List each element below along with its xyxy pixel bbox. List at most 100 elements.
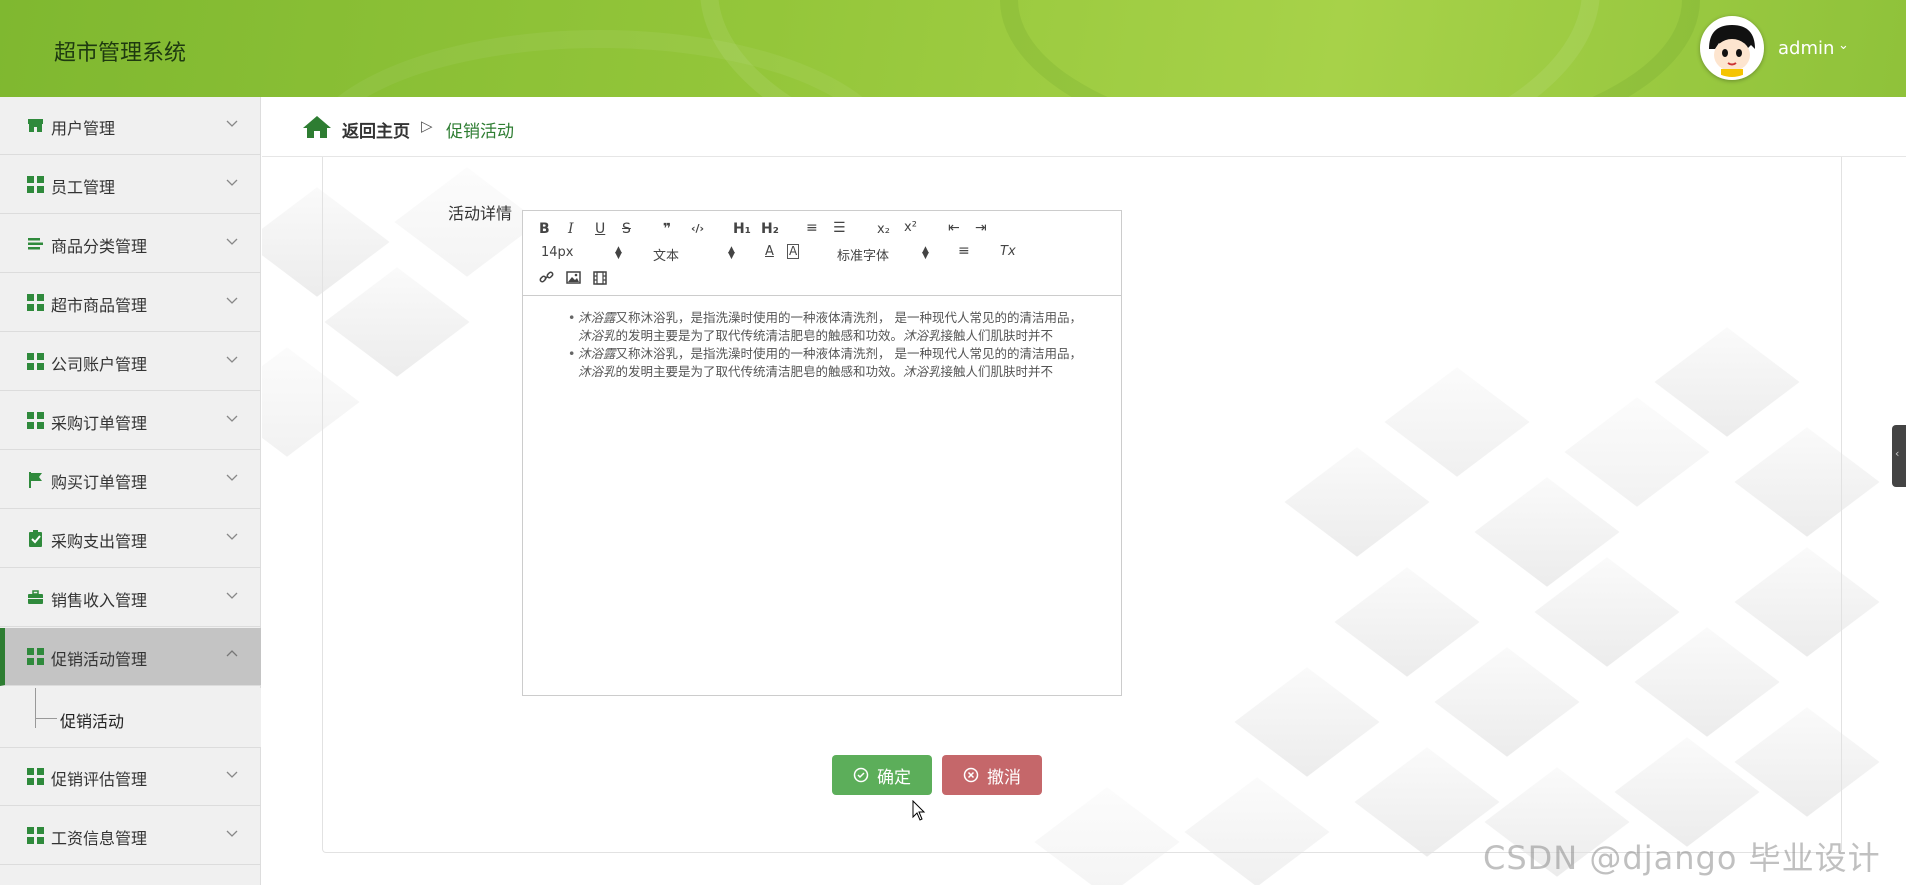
sidebar-item-label: 工资信息管理	[51, 829, 148, 848]
sidebar-subitem-promotion[interactable]: 促销活动	[0, 688, 261, 748]
side-collapse-tab[interactable]: ‹	[1892, 425, 1906, 487]
chevron-left-icon: ‹	[1895, 447, 1900, 460]
user-menu[interactable]: admin	[1778, 38, 1834, 59]
italic-button[interactable]: I	[568, 221, 574, 237]
chevron-down-icon	[226, 297, 238, 304]
breadcrumb-home-link[interactable]: 返回主页	[342, 117, 410, 142]
avatar-cartoon-icon	[1703, 19, 1761, 77]
font-size-select[interactable]: 14px	[541, 245, 574, 260]
header-select[interactable]: 文本	[653, 245, 679, 264]
app-title: 超市管理系统	[54, 41, 187, 66]
chevron-down-icon	[226, 830, 238, 837]
clean-format-button[interactable]: Tx	[1000, 244, 1016, 259]
chevron-up-icon	[226, 650, 238, 657]
rich-text-editor[interactable]: B I U S ❞ ‹/› H₁ H₂ ≡ ☰ x₂ x² ⇤ ⇥ 14px ▲…	[522, 210, 1122, 696]
chevron-down-icon	[226, 533, 238, 540]
confirm-button-label: 确定	[877, 767, 911, 788]
sidebar-item-sales-order-management[interactable]: 购买订单管理	[0, 451, 261, 509]
home-icon[interactable]	[302, 115, 332, 139]
select-arrows-icon: ▲ ▼	[728, 245, 735, 261]
sidebar-item-label: 促销活动管理	[51, 650, 148, 669]
image-icon[interactable]	[566, 271, 581, 284]
cancel-button-label: 撤消	[987, 767, 1021, 788]
tree-line	[35, 718, 57, 719]
check-circle-icon	[853, 767, 869, 783]
outdent-button[interactable]: ⇤	[948, 220, 960, 236]
sidebar-item-label: 公司账户管理	[51, 355, 148, 374]
underline-button[interactable]: U	[595, 221, 605, 237]
bullet-list-button[interactable]: ☰	[833, 220, 846, 236]
grid-icon	[27, 768, 44, 785]
grid-icon	[27, 827, 44, 844]
close-circle-icon	[963, 767, 979, 783]
video-icon[interactable]	[593, 271, 607, 285]
sidebar-item-label: 超市商品管理	[51, 296, 148, 315]
align-button[interactable]: ≡	[958, 243, 970, 259]
h2-button[interactable]: H₂	[761, 221, 779, 237]
text-color-button[interactable]: A	[765, 244, 774, 259]
bold-button[interactable]: B	[539, 221, 550, 237]
header-wave-decoration	[1000, 0, 1700, 97]
link-icon[interactable]	[539, 270, 554, 285]
chevron-down-icon[interactable]: ⌄	[1838, 38, 1849, 53]
clipboard-check-icon	[29, 530, 42, 547]
sidebar-item-label: 员工管理	[51, 178, 116, 197]
editor-toolbar: B I U S ❞ ‹/› H₁ H₂ ≡ ☰ x₂ x² ⇤ ⇥ 14px ▲…	[523, 211, 1121, 296]
sidebar-item-purchase-expense-management[interactable]: 采购支出管理	[0, 510, 261, 568]
quote-button[interactable]: ❞	[663, 221, 671, 237]
ordered-list-button[interactable]: ≡	[806, 220, 818, 236]
select-arrows-icon: ▲ ▼	[922, 245, 929, 261]
sidebar-item-label: 销售收入管理	[51, 591, 148, 610]
sidebar-item-sales-income-management[interactable]: 销售收入管理	[0, 569, 261, 627]
grid-icon	[27, 294, 44, 311]
store-icon	[28, 119, 43, 132]
code-button[interactable]: ‹/›	[691, 222, 704, 235]
avatar[interactable]	[1700, 16, 1764, 80]
background-color-button[interactable]: A	[787, 244, 800, 259]
chevron-down-icon	[226, 592, 238, 599]
chevron-down-icon	[226, 120, 238, 127]
sidebar-item-promotion-evaluation[interactable]: 促销评估管理	[0, 748, 261, 806]
confirm-button[interactable]: 确定	[832, 755, 932, 795]
grid-icon	[27, 353, 44, 370]
top-header: 超市管理系统 admin ⌄	[0, 0, 1906, 97]
select-arrows-icon: ▲ ▼	[615, 245, 622, 261]
sidebar-item-purchase-order-management[interactable]: 采购订单管理	[0, 392, 261, 450]
chevron-down-icon	[226, 771, 238, 778]
sidebar-item-label: 促销评估管理	[51, 770, 148, 789]
sidebar-item-promotion-management[interactable]: 促销活动管理	[0, 628, 261, 686]
sidebar-item-staff-management[interactable]: 员工管理	[0, 156, 261, 214]
sidebar-item-label: 用户管理	[51, 119, 116, 138]
sidebar-item-label: 采购支出管理	[51, 532, 148, 551]
mouse-cursor-icon	[912, 800, 926, 821]
grid-icon	[27, 648, 44, 665]
font-family-select[interactable]: 标准字体	[837, 245, 889, 264]
chevron-down-icon	[226, 238, 238, 245]
main-content: 返回主页 ▷ 促销活动 活动详情 B I U S ❞ ‹/› H₁ H₂ ≡ ☰…	[262, 97, 1906, 885]
chevron-down-icon	[226, 179, 238, 186]
sidebar-item-user-management[interactable]: 用户管理	[0, 97, 261, 155]
sidebar-item-product-management[interactable]: 超市商品管理	[0, 274, 261, 332]
chevron-down-icon	[226, 415, 238, 422]
briefcase-icon	[28, 590, 43, 604]
list-item: 沐浴露又称沐浴乳，是指洗澡时使用的一种液体清洗剂， 是一种现代人常见的的清洁用品…	[568, 345, 1101, 381]
list-icon	[28, 238, 43, 250]
superscript-button[interactable]: x²	[904, 220, 917, 235]
editor-content[interactable]: 沐浴露又称沐浴乳，是指洗澡时使用的一种液体清洗剂， 是一种现代人常见的的清洁用品…	[523, 297, 1121, 381]
h1-button[interactable]: H₁	[733, 221, 751, 237]
sidebar-item-account-management[interactable]: 公司账户管理	[0, 333, 261, 391]
sidebar-item-category-management[interactable]: 商品分类管理	[0, 215, 261, 273]
subscript-button[interactable]: x₂	[877, 222, 890, 237]
grid-icon	[27, 176, 44, 193]
sidebar-item-label: 购买订单管理	[51, 473, 148, 492]
breadcrumb-separator: ▷	[421, 117, 433, 135]
cancel-button[interactable]: 撤消	[942, 755, 1042, 795]
sidebar-item-salary-management[interactable]: 工资信息管理	[0, 807, 261, 865]
flag-icon	[29, 472, 42, 488]
breadcrumb: 返回主页 ▷ 促销活动	[262, 97, 1906, 157]
tree-line	[35, 688, 36, 728]
strike-button[interactable]: S	[622, 221, 631, 237]
indent-button[interactable]: ⇥	[975, 220, 987, 236]
breadcrumb-current: 促销活动	[446, 122, 514, 142]
detail-field-label: 活动详情	[448, 204, 513, 223]
